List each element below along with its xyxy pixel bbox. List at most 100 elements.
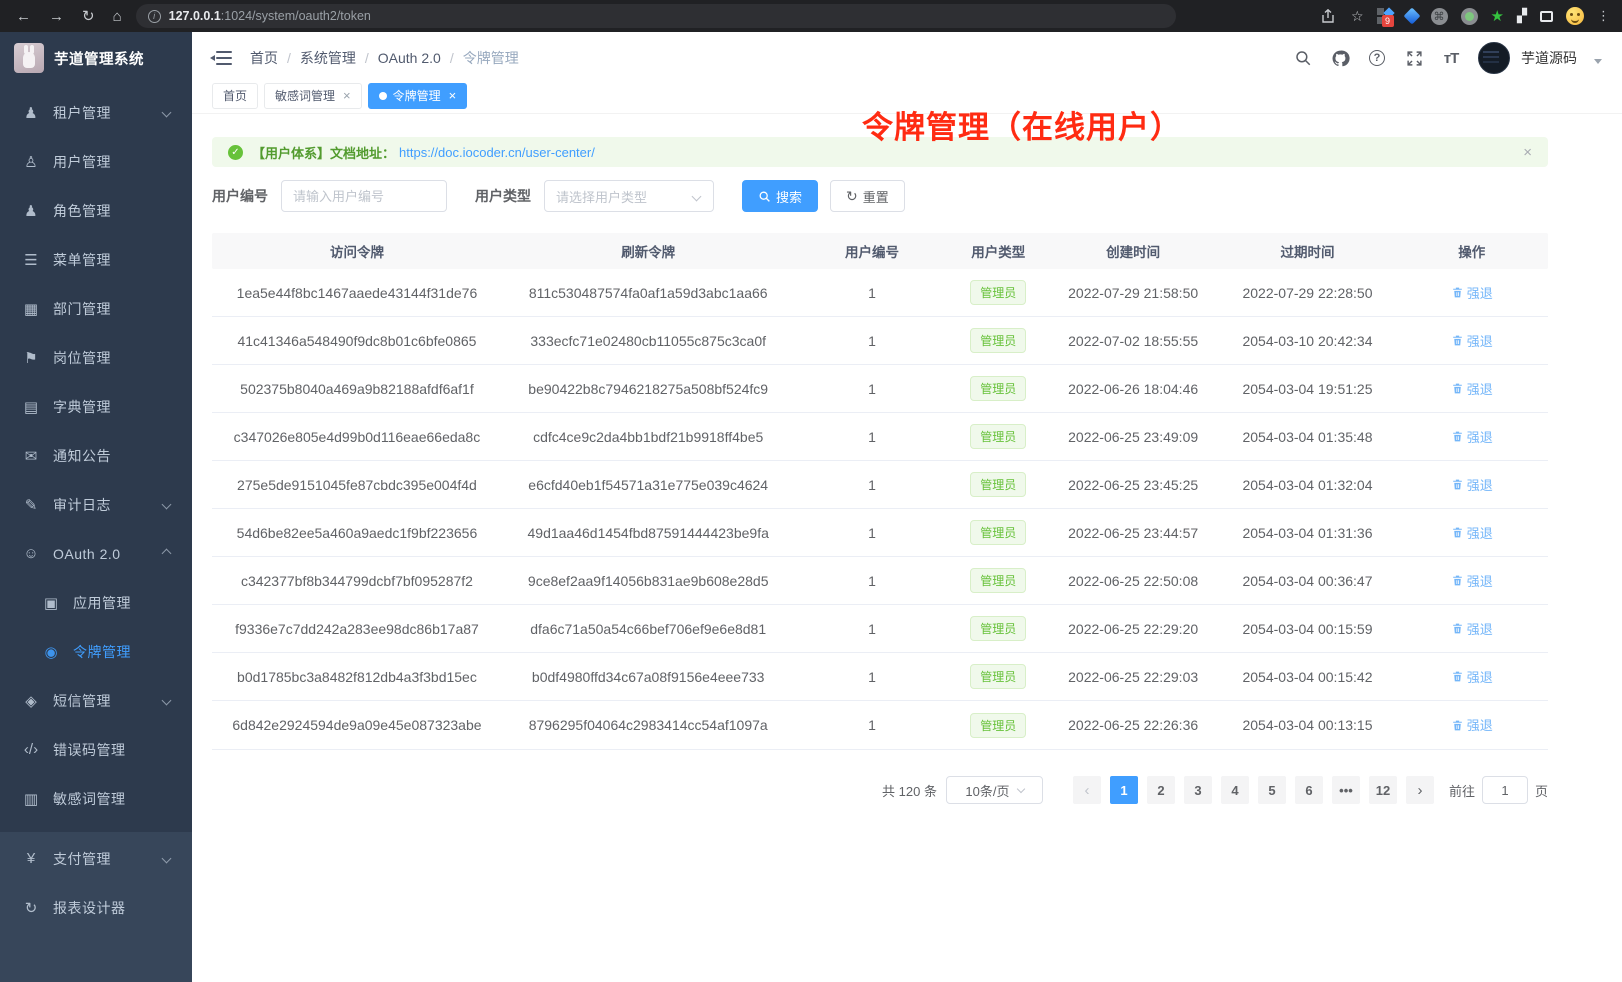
sidebar-item-错误码管理[interactable]: ‹/›错误码管理 — [0, 725, 192, 774]
force-logout-label: 强退 — [1467, 283, 1493, 302]
sidebar-item-角色管理[interactable]: ♟角色管理 — [0, 186, 192, 235]
page-button-6[interactable]: 6 — [1295, 776, 1323, 804]
user-type-badge: 管理员 — [970, 568, 1026, 593]
alert-doc-link[interactable]: https://doc.iocoder.cn/user-center/ — [399, 145, 595, 160]
sidebar-item-支付管理[interactable]: ¥支付管理 — [0, 834, 192, 883]
recorder-extension-icon[interactable] — [1461, 8, 1478, 25]
username[interactable]: 芋道源码 — [1521, 48, 1577, 68]
sidebar-item-应用管理[interactable]: ▣应用管理 — [0, 578, 192, 627]
sidebar-item-OAuth 2.0[interactable]: ☺OAuth 2.0 — [0, 529, 192, 578]
force-logout-button[interactable]: 强退 — [1451, 571, 1493, 590]
search-button[interactable]: 搜索 — [742, 180, 818, 212]
access-token-cell: 54d6be82ee5a460a9aedc1f9bf223656 — [212, 525, 502, 541]
alert-close-icon[interactable]: × — [1523, 144, 1532, 161]
share-icon[interactable] — [1318, 6, 1338, 26]
tab-首页[interactable]: 首页 — [212, 83, 258, 109]
sidebar-item-令牌管理[interactable]: ◉令牌管理 — [0, 627, 192, 676]
force-logout-button[interactable]: 强退 — [1451, 379, 1493, 398]
user-id-input[interactable] — [281, 180, 447, 212]
page-button-2[interactable]: 2 — [1147, 776, 1175, 804]
breadcrumb-item[interactable]: 首页 — [250, 48, 278, 68]
goto-page-input[interactable] — [1482, 776, 1528, 804]
next-page-button[interactable]: › — [1406, 776, 1434, 804]
force-logout-button[interactable]: 强退 — [1451, 715, 1493, 734]
table-row: c342377bf8b344799dcbf7bf095287f29ce8ef2a… — [212, 557, 1548, 605]
fullscreen-icon[interactable] — [1404, 48, 1424, 68]
sidebar-item-短信管理[interactable]: ◈短信管理 — [0, 676, 192, 725]
page-button-5[interactable]: 5 — [1258, 776, 1286, 804]
app-logo[interactable]: 芋道管理系统 — [0, 32, 192, 84]
gem-extension-icon[interactable] — [1403, 8, 1420, 25]
url-bar[interactable]: i 127.0.0.1:1024/system/oauth2/token — [136, 4, 1176, 28]
force-logout-button[interactable]: 强退 — [1451, 283, 1493, 302]
command-extension-icon[interactable]: ⌘ — [1431, 8, 1448, 25]
sidebar-item-用户管理[interactable]: ♙用户管理 — [0, 137, 192, 186]
tab-令牌管理[interactable]: 令牌管理× — [368, 83, 468, 109]
rabbit-logo-icon — [14, 43, 44, 73]
tab-close-icon[interactable]: × — [449, 88, 457, 103]
prev-page-button[interactable]: ‹ — [1073, 776, 1101, 804]
browser-menu-icon[interactable]: ⋮ — [1597, 8, 1610, 24]
oauth-icon: ☺ — [22, 545, 40, 562]
force-logout-label: 强退 — [1467, 427, 1493, 446]
dict-icon: ▤ — [22, 398, 40, 416]
force-logout-button[interactable]: 强退 — [1451, 475, 1493, 494]
help-icon[interactable]: ? — [1367, 48, 1387, 68]
sidebar-item-敏感词管理[interactable]: ▥敏感词管理 — [0, 774, 192, 823]
font-size-icon[interactable]: ᴛT — [1441, 48, 1461, 68]
home-icon[interactable]: ⌂ — [113, 8, 122, 25]
user-type-cell: 管理员 — [949, 280, 1047, 305]
force-logout-button[interactable]: 强退 — [1451, 619, 1493, 638]
page-button-12[interactable]: 12 — [1369, 776, 1397, 804]
breadcrumb-item[interactable]: 系统管理 — [300, 48, 356, 68]
sidebar-item-租户管理[interactable]: ♟租户管理 — [0, 88, 192, 137]
sidebar-item-通知公告[interactable]: ✉通知公告 — [0, 431, 192, 480]
user-avatar[interactable] — [1478, 42, 1510, 74]
adblock-extension-icon[interactable]: ★ — [1491, 7, 1504, 25]
total-count: 共 120 条 — [882, 781, 937, 800]
reset-button[interactable]: ↻ 重置 — [830, 180, 905, 212]
search-icon[interactable] — [1293, 48, 1313, 68]
sidebar-item-审计日志[interactable]: ✎审计日志 — [0, 480, 192, 529]
page-button-1[interactable]: 1 — [1110, 776, 1138, 804]
sidebar-item-菜单管理[interactable]: ☰菜单管理 — [0, 235, 192, 284]
user-type-badge: 管理员 — [970, 713, 1026, 738]
user-type-select[interactable]: 请选择用户类型 — [544, 180, 714, 212]
refresh-icon[interactable]: ↻ — [82, 7, 95, 25]
refresh-token-cell: dfa6c71a50a54c66bef706ef9e6e8d81 — [502, 621, 795, 637]
column-header-刷新令牌: 刷新令牌 — [502, 241, 795, 261]
forward-icon[interactable]: → — [49, 8, 64, 25]
bookmark-star-icon[interactable]: ☆ — [1351, 8, 1364, 25]
page-button-3[interactable]: 3 — [1184, 776, 1212, 804]
github-icon[interactable] — [1330, 48, 1350, 68]
page-size-select[interactable]: 10条/页 — [946, 776, 1043, 804]
profile-avatar-icon[interactable] — [1566, 7, 1584, 25]
extensions-puzzle-icon[interactable]: ▞ — [1517, 8, 1527, 24]
breadcrumb-item[interactable]: OAuth 2.0 — [378, 50, 441, 66]
collapse-sidebar-icon[interactable] — [212, 50, 232, 66]
page-button-4[interactable]: 4 — [1221, 776, 1249, 804]
back-icon[interactable]: ← — [16, 8, 31, 25]
sidebar-item-岗位管理[interactable]: ⚑岗位管理 — [0, 333, 192, 382]
force-logout-label: 强退 — [1467, 331, 1493, 350]
sidebar-item-报表设计器[interactable]: ↻报表设计器 — [0, 883, 192, 932]
force-logout-button[interactable]: 强退 — [1451, 667, 1493, 686]
sidebar-item-label: 字典管理 — [53, 397, 111, 417]
refresh-token-cell: 811c530487574fa0af1a59d3abc1aa66 — [502, 285, 795, 301]
sidebar-item-label: 租户管理 — [53, 103, 111, 123]
page-info-icon[interactable]: i — [148, 10, 161, 23]
sidebar-item-部门管理[interactable]: ▦部门管理 — [0, 284, 192, 333]
page-ellipsis-button[interactable]: ••• — [1332, 776, 1360, 804]
user-type-badge: 管理员 — [970, 376, 1026, 401]
extension-badge-icon[interactable]: 9 — [1377, 8, 1393, 24]
tab-敏感词管理[interactable]: 敏感词管理× — [264, 83, 362, 109]
force-logout-button[interactable]: 强退 — [1451, 331, 1493, 350]
force-logout-button[interactable]: 强退 — [1451, 427, 1493, 446]
tab-close-icon[interactable]: × — [343, 88, 351, 103]
user-id-cell: 1 — [794, 381, 949, 397]
breadcrumb-separator: / — [287, 50, 291, 66]
force-logout-button[interactable]: 强退 — [1451, 523, 1493, 542]
user-menu-caret-icon[interactable] — [1594, 59, 1602, 64]
side-panel-icon[interactable] — [1540, 11, 1553, 22]
sidebar-item-字典管理[interactable]: ▤ 字典管理 — [0, 382, 192, 431]
